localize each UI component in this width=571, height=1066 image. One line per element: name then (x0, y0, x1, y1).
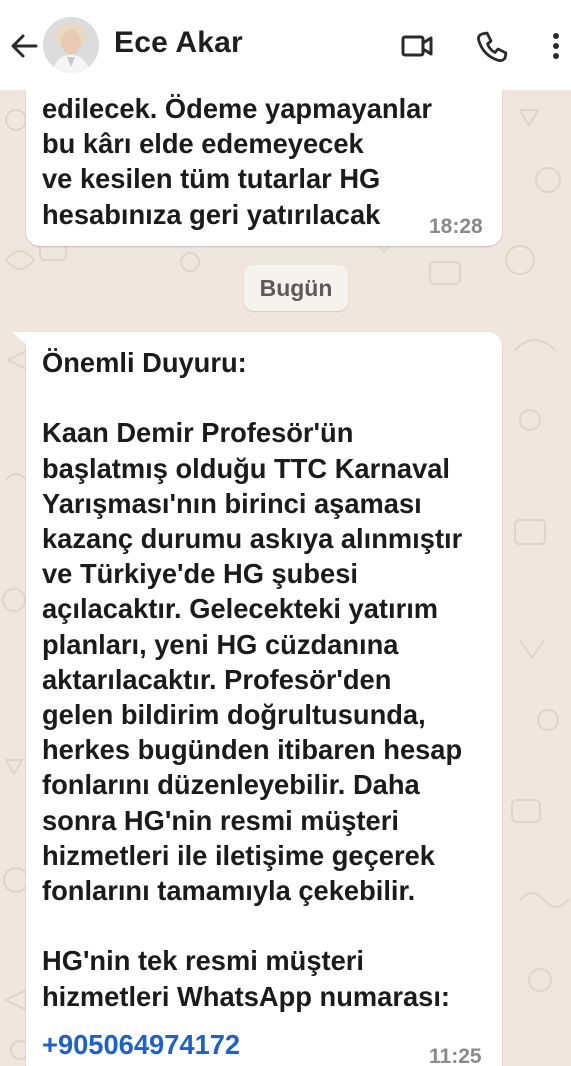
message-bubble[interactable]: edilecek. Ödeme yapmayanlar bu kârı elde… (26, 90, 502, 246)
contact-name[interactable]: Ece Akar (114, 26, 243, 60)
phone-icon (477, 31, 508, 62)
back-button[interactable] (6, 28, 42, 64)
date-divider: Bugün (244, 265, 348, 311)
chat-header: Ece Akar (0, 0, 571, 90)
more-options-button[interactable] (536, 26, 571, 66)
message-timestamp: 18:28 (429, 215, 483, 238)
video-call-button[interactable] (397, 26, 437, 66)
message-bubble[interactable]: Önemli Duyuru: Kaan Demir Profesör'ün ba… (26, 332, 502, 1066)
contact-photo (43, 17, 99, 73)
message-text: edilecek. Ödeme yapmayanlar bu kârı elde… (42, 93, 432, 230)
phone-number-link[interactable]: +905064974172 (42, 1027, 240, 1062)
arrow-left-icon (11, 34, 38, 58)
avatar[interactable] (43, 17, 99, 73)
message-list[interactable]: edilecek. Ödeme yapmayanlar bu kârı elde… (0, 90, 571, 1066)
voice-call-button[interactable] (472, 26, 512, 66)
more-vertical-icon (553, 33, 559, 59)
message-timestamp: 11:25 (429, 1045, 482, 1066)
message-text: Önemli Duyuru: Kaan Demir Profesör'ün ba… (42, 347, 463, 1012)
video-call-icon (401, 35, 433, 57)
